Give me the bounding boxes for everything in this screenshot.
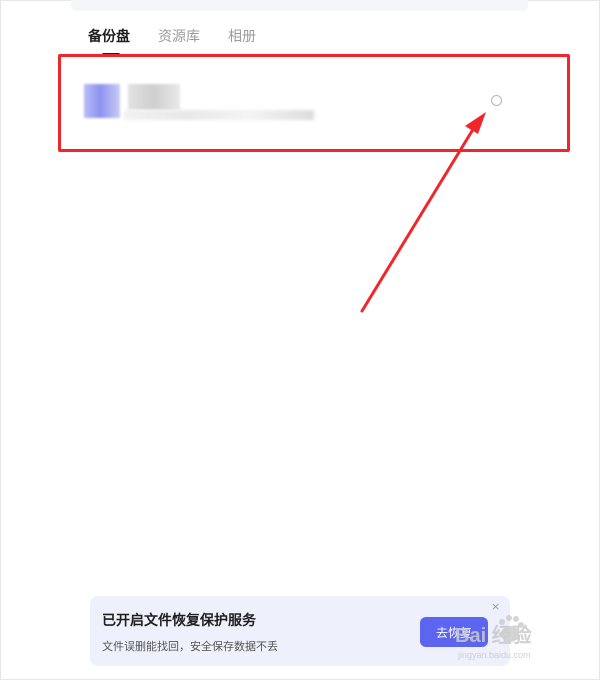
watermark-url: jingyan.baidu.com [457, 650, 531, 660]
recovery-banner: 已开启文件恢复保护服务 文件误删能找回，安全保存数据不丢 去恢复 × [90, 596, 510, 666]
watermark-logo-text: Bai 经验 [455, 623, 532, 647]
banner-title: 已开启文件恢复保护服务 [102, 613, 256, 629]
baidu-jingyan-watermark: Bai 经验 jingyan.baidu.com [455, 615, 532, 660]
banner-subtitle: 文件误删能找回，安全保存数据不丢 [102, 640, 278, 653]
annotation-arrow-icon [360, 112, 486, 313]
